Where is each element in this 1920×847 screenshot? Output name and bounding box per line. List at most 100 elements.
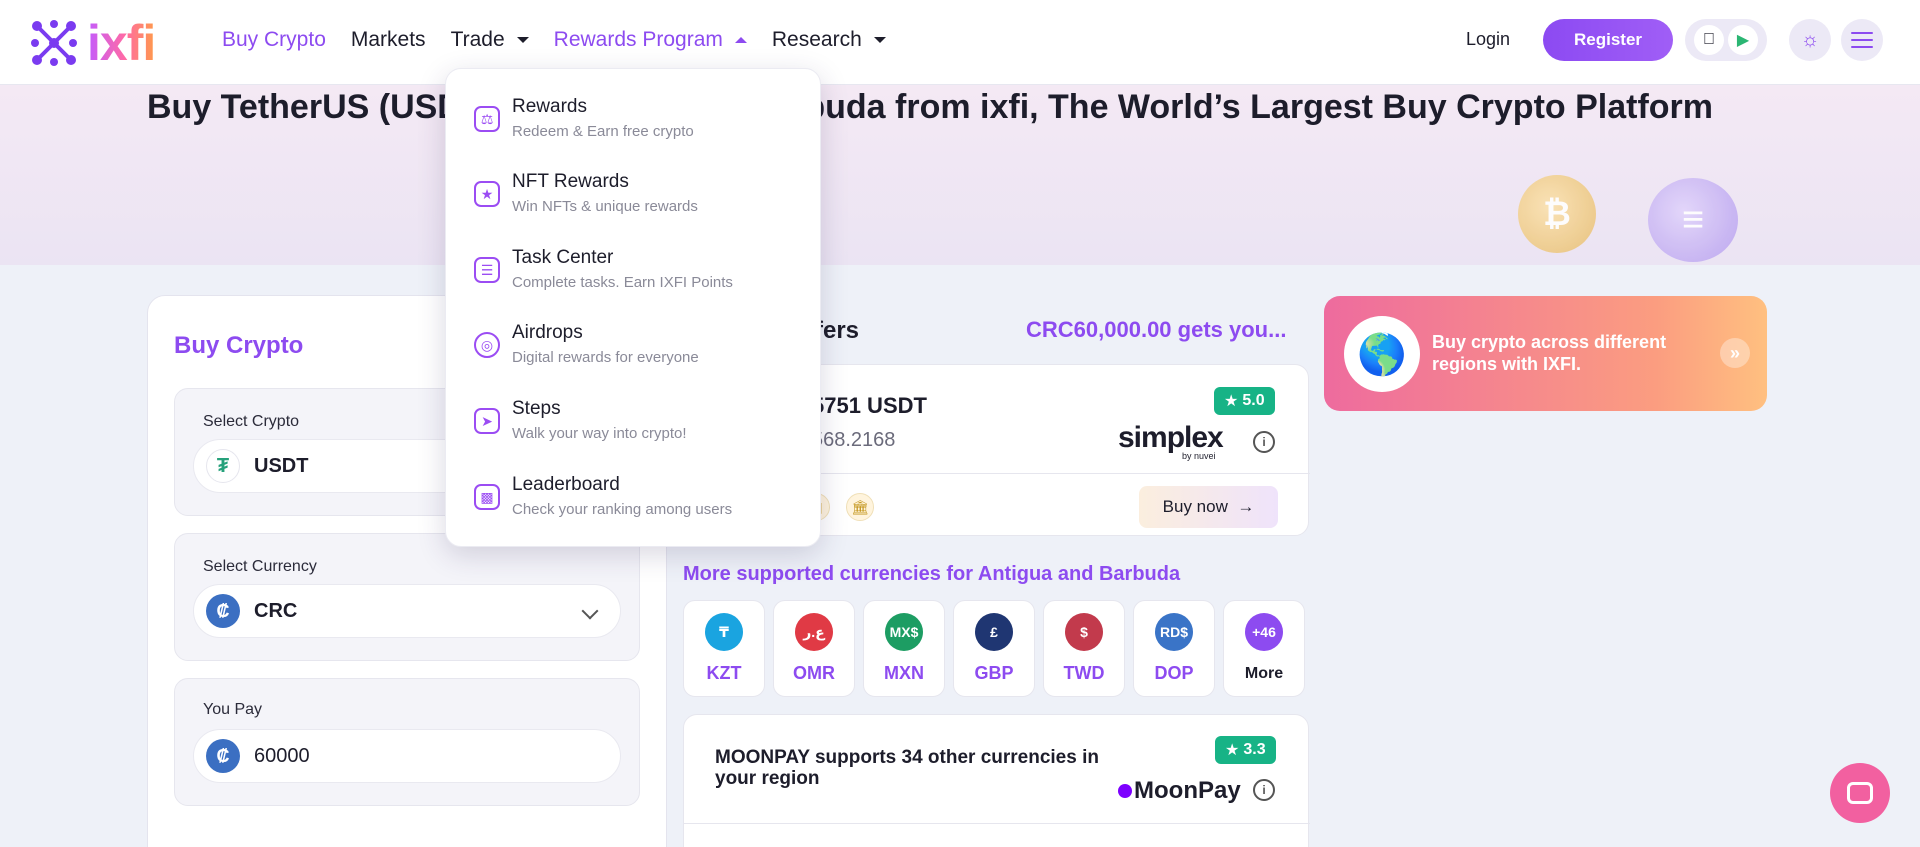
dropdown-item-sub: Check your ranking among users <box>512 501 733 518</box>
dropdown-item-title: Task Center <box>512 247 614 268</box>
caret-down-icon <box>873 37 886 43</box>
currency-code: OMR <box>793 663 835 683</box>
chat-support-icon[interactable] <box>1830 763 1890 823</box>
dropdown-item-sub: Digital rewards for everyone <box>512 349 699 366</box>
you-pay-value: 60000 <box>254 744 310 767</box>
hamburger-menu-icon[interactable] <box>1841 19 1883 61</box>
you-pay-input[interactable]: ₡ 60000 <box>193 729 621 783</box>
moonpay-logo: MoonPay <box>1118 777 1241 805</box>
trophy-icon: ⚖ <box>474 106 500 132</box>
dropdown-item-title: Steps <box>512 398 561 419</box>
nav-rewards-program[interactable]: Rewards Program <box>554 28 747 52</box>
caret-down-icon <box>516 37 529 43</box>
currency-tile-kzt[interactable]: ₸ KZT <box>683 600 765 697</box>
you-pay-label: You Pay <box>203 701 263 718</box>
main-nav: Buy Crypto Markets Trade Rewards Program… <box>222 28 911 52</box>
more-label: More <box>1244 665 1284 682</box>
twd-icon: $ <box>1065 613 1103 651</box>
bitcoin-coin-icon: ₿ <box>1518 175 1596 253</box>
register-button[interactable]: Register <box>1543 19 1673 61</box>
rating-badge: ★ 3.3 <box>1215 736 1276 764</box>
dropdown-item-leaderboard[interactable]: ▩ Leaderboard Check your ranking among u… <box>474 474 804 534</box>
currency-code: DOP <box>1154 663 1194 683</box>
mxn-icon: MX$ <box>885 613 923 651</box>
tether-icon: ₮ <box>206 449 240 483</box>
selected-crypto: USDT <box>254 454 309 477</box>
dropdown-item-title: Rewards <box>512 96 587 117</box>
select-currency-box: Select Currency ₡ CRC <box>174 533 640 661</box>
more-count-badge: +46 <box>1245 613 1283 651</box>
nav-research[interactable]: Research <box>772 28 886 52</box>
currency-code: GBP <box>974 663 1014 683</box>
chevron-down-icon <box>581 602 599 620</box>
moonpay-text: MOONPAY supports 34 other currencies in … <box>715 747 1099 789</box>
rating-badge: ★ 5.0 <box>1214 387 1275 415</box>
more-currencies-title: More supported currencies for Antigua an… <box>683 563 1181 585</box>
offer-sub-amount: 568.2168 <box>812 429 896 451</box>
theme-toggle-sun-icon[interactable]: ☼ <box>1789 19 1831 61</box>
select-currency-field[interactable]: ₡ CRC <box>193 584 621 638</box>
nav-buy-crypto-label: Buy Crypto <box>222 28 326 51</box>
select-crypto-label: Select Crypto <box>203 413 300 430</box>
leaderboard-icon: ▩ <box>474 484 500 510</box>
airdrop-icon: ◎ <box>474 332 500 358</box>
bank-icon: 🏛 <box>846 493 874 521</box>
task-list-icon: ☰ <box>474 257 500 283</box>
dropdown-item-steps[interactable]: ➤ Steps Walk your way into crypto! <box>474 398 804 458</box>
nav-research-label: Research <box>771 28 862 51</box>
currency-tile-gbp[interactable]: £ GBP <box>953 600 1035 697</box>
omr-icon: ع.ر <box>795 613 833 651</box>
currency-tile-mxn[interactable]: MX$ MXN <box>863 600 945 697</box>
double-chevron-right-icon[interactable]: » <box>1720 338 1750 368</box>
select-currency-label: Select Currency <box>203 558 317 575</box>
colon-currency-icon: ₡ <box>206 739 240 773</box>
dropdown-item-title: Airdrops <box>512 322 583 343</box>
nav-markets-label: Markets <box>350 28 426 51</box>
star-icon: ★ <box>1225 742 1240 759</box>
currency-tile-twd[interactable]: $ TWD <box>1043 600 1125 697</box>
page-title: Buy TetherUS (USDT) in Antigua and Barbu… <box>147 88 1714 126</box>
nav-buy-crypto[interactable]: Buy Crypto <box>222 28 326 52</box>
apple-icon[interactable]:  <box>1694 25 1724 55</box>
token-coin-icon: ≡ <box>1648 178 1738 262</box>
regions-promo-banner[interactable]: 🌎 Buy crypto across different regions wi… <box>1324 296 1767 411</box>
ixfi-logo-mark-icon <box>31 20 77 66</box>
gbp-icon: £ <box>975 613 1013 651</box>
moonpay-dot-icon <box>1118 784 1132 798</box>
dop-icon: RD$ <box>1155 613 1193 651</box>
info-icon[interactable]: i <box>1253 431 1275 453</box>
currency-tile-dop[interactable]: RD$ DOP <box>1133 600 1215 697</box>
dropdown-item-sub: Walk your way into crypto! <box>512 425 687 442</box>
rating-value: 5.0 <box>1242 392 1265 409</box>
simplex-logo: simplex <box>1118 421 1224 454</box>
top-navbar: ixfi Buy Crypto Markets Trade Rewards Pr… <box>0 0 1920 85</box>
dropdown-item-rewards[interactable]: ⚖ Rewards Redeem & Earn free crypto <box>474 96 804 156</box>
rating-value: 3.3 <box>1243 741 1266 758</box>
logo-wordmark: ixfi <box>87 15 156 71</box>
buy-now-button[interactable]: Buy now → <box>1139 486 1278 528</box>
google-play-icon[interactable]: ▶ <box>1728 25 1758 55</box>
login-link[interactable]: Login <box>1466 29 1510 50</box>
currency-tile-omr[interactable]: ع.ر OMR <box>773 600 855 697</box>
dropdown-item-title: NFT Rewards <box>512 171 629 192</box>
walking-icon: ➤ <box>474 408 500 434</box>
dropdown-item-task-center[interactable]: ☰ Task Center Complete tasks. Earn IXFI … <box>474 247 804 307</box>
ixfi-logo[interactable]: ixfi <box>29 15 156 71</box>
buy-now-label: Buy now <box>1162 497 1228 516</box>
you-pay-box: You Pay ₡ 60000 <box>174 678 640 806</box>
currency-tile-more[interactable]: +46 More <box>1223 600 1305 697</box>
buy-crypto-title: Buy Crypto <box>174 332 304 359</box>
currency-code: KZT <box>706 663 742 683</box>
nav-rewards-program-label: Rewards Program <box>553 28 723 51</box>
dropdown-item-sub: Redeem & Earn free crypto <box>512 123 694 140</box>
rewards-program-dropdown: ⚖ Rewards Redeem & Earn free crypto ★ NF… <box>445 68 821 547</box>
colon-currency-icon: ₡ <box>206 594 240 628</box>
info-icon[interactable]: i <box>1253 779 1275 801</box>
nav-trade-label: Trade <box>450 28 505 51</box>
dropdown-item-nft-rewards[interactable]: ★ NFT Rewards Win NFTs & unique rewards <box>474 171 804 231</box>
nav-markets[interactable]: Markets <box>351 28 426 52</box>
dropdown-item-airdrops[interactable]: ◎ Airdrops Digital rewards for everyone <box>474 322 804 382</box>
divider <box>684 823 1310 824</box>
app-store-links:  ▶ <box>1685 19 1767 61</box>
nav-trade[interactable]: Trade <box>451 28 529 52</box>
